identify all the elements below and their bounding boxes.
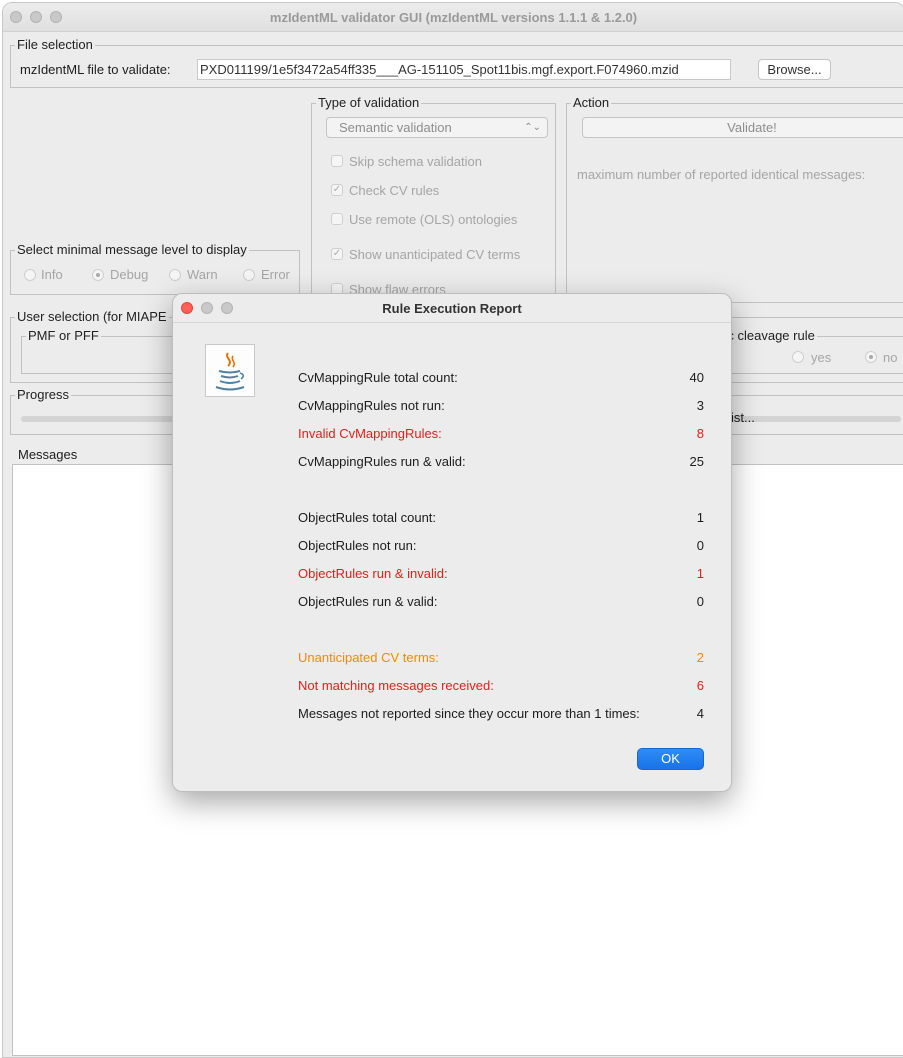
report-row: CvMappingRules run & valid: 25 <box>298 454 704 472</box>
report-row: ObjectRules total count: 1 <box>298 510 704 528</box>
radio-cleavage-yes-label: yes <box>811 350 832 365</box>
skip-schema-label: Skip schema validation <box>349 154 482 169</box>
report-row: ObjectRules not run: 0 <box>298 538 704 556</box>
window-titlebar: mzIdentML validator GUI (mzIdentML versi… <box>3 3 903 32</box>
file-path-field[interactable]: PXD011199/1e5f3472a54ff335___AG-151105_S… <box>197 59 731 80</box>
radio-debug-label: Debug <box>110 267 149 282</box>
rule-execution-report-dialog: Rule Execution Report CvMappingRule tota… <box>172 293 732 792</box>
report-row-value: 25 <box>689 454 704 469</box>
show-unanticipated-checkbox[interactable]: ✓ <box>331 248 343 260</box>
validation-type-value: Semantic validation <box>339 120 452 135</box>
type-of-validation-group: Type of validation Semantic validation ⌃… <box>311 95 556 303</box>
type-of-validation-label: Type of validation <box>316 95 422 110</box>
use-remote-ontologies-label: Use remote (OLS) ontologies <box>349 212 518 227</box>
radio-debug[interactable] <box>92 269 104 281</box>
report-row-label: ObjectRules not run: <box>298 538 417 553</box>
radio-error[interactable] <box>243 269 255 281</box>
show-unanticipated-label: Show unanticipated CV terms <box>349 247 521 262</box>
report-row-value: 4 <box>696 706 704 721</box>
pmf-pff-label: PMF or PFF <box>26 328 101 343</box>
file-to-validate-label: mzIdentML file to validate: <box>20 62 171 77</box>
dialog-titlebar: Rule Execution Report <box>173 294 731 323</box>
radio-cleavage-no-label: no <box>883 350 898 365</box>
report-row: Unanticipated CV terms: 2 <box>298 650 704 668</box>
report-row-value: 40 <box>689 370 704 385</box>
validate-button[interactable]: Validate! <box>582 117 903 138</box>
user-selection-label: User selection (for MIAPE <box>15 309 169 324</box>
check-cv-rules-label: Check CV rules <box>349 183 440 198</box>
window-title: mzIdentML validator GUI (mzIdentML versi… <box>269 10 638 25</box>
report-row-value: 1 <box>696 566 704 581</box>
report-row-label: CvMappingRule total count: <box>298 370 458 385</box>
report-row: ObjectRules run & invalid: 1 <box>298 566 704 584</box>
report-row-value: 8 <box>696 426 704 441</box>
cleavage-rule-group: ific cleavage rule yes no <box>711 328 903 374</box>
check-cv-rules-checkbox[interactable]: ✓ <box>331 184 343 196</box>
max-messages-label: maximum number of reported identical mes… <box>577 167 866 182</box>
action-label: Action <box>571 95 612 110</box>
radio-cleavage-no[interactable] <box>865 351 877 363</box>
report-row: Invalid CvMappingRules: 8 <box>298 426 704 444</box>
report-row-label: CvMappingRules run & valid: <box>298 454 466 469</box>
skip-schema-checkbox[interactable] <box>331 155 343 167</box>
report-row-label: CvMappingRules not run: <box>298 398 445 413</box>
report-row-label: Messages not reported since they occur m… <box>298 706 640 721</box>
radio-error-label: Error <box>261 267 290 282</box>
messages-label: Messages <box>16 447 80 462</box>
file-selection-label: File selection <box>15 37 95 52</box>
report-row: ObjectRules run & valid: 0 <box>298 594 704 612</box>
partial-list-button-label[interactable]: ist... <box>731 410 755 425</box>
report-row-label: ObjectRules run & valid: <box>298 594 438 609</box>
report-row-label: ObjectRules total count: <box>298 510 437 525</box>
report-row-value: 0 <box>696 538 704 553</box>
report-row: CvMappingRules not run: 3 <box>298 398 704 416</box>
report-row-value: 3 <box>696 398 704 413</box>
report-row-label: Invalid CvMappingRules: <box>298 426 442 441</box>
browse-button[interactable]: Browse... <box>758 59 831 80</box>
report-row-value: 2 <box>696 650 704 665</box>
report-row-value: 0 <box>696 594 704 609</box>
report-row: CvMappingRule total count: 40 <box>298 370 704 388</box>
ok-button[interactable]: OK <box>637 748 704 770</box>
radio-warn-label: Warn <box>187 267 218 282</box>
message-level-label: Select minimal message level to display <box>15 242 249 257</box>
action-group: Action Validate! maximum number of repor… <box>566 95 903 303</box>
progress-label: Progress <box>15 387 72 402</box>
radio-info-label: Info <box>41 267 63 282</box>
file-selection-group: File selection mzIdentML file to validat… <box>10 37 903 88</box>
report-row-label: ObjectRules run & invalid: <box>298 566 448 581</box>
message-level-group: Select minimal message level to display … <box>10 242 300 295</box>
report-row-value: 6 <box>696 678 704 693</box>
radio-warn[interactable] <box>169 269 181 281</box>
radio-info[interactable] <box>24 269 36 281</box>
java-coffee-icon <box>205 344 255 397</box>
validation-type-select[interactable]: Semantic validation ⌃⌄ <box>326 117 548 138</box>
radio-cleavage-yes[interactable] <box>792 351 804 363</box>
report-row: Messages not reported since they occur m… <box>298 706 704 724</box>
report-row-label: Not matching messages received: <box>298 678 494 693</box>
report-row-label: Unanticipated CV terms: <box>298 650 439 665</box>
dialog-title: Rule Execution Report <box>382 301 522 316</box>
use-remote-ontologies-checkbox[interactable] <box>331 213 343 225</box>
select-arrows-icon: ⌃⌄ <box>524 122 541 133</box>
report-row: Not matching messages received: 6 <box>298 678 704 696</box>
report-row-value: 1 <box>696 510 704 525</box>
